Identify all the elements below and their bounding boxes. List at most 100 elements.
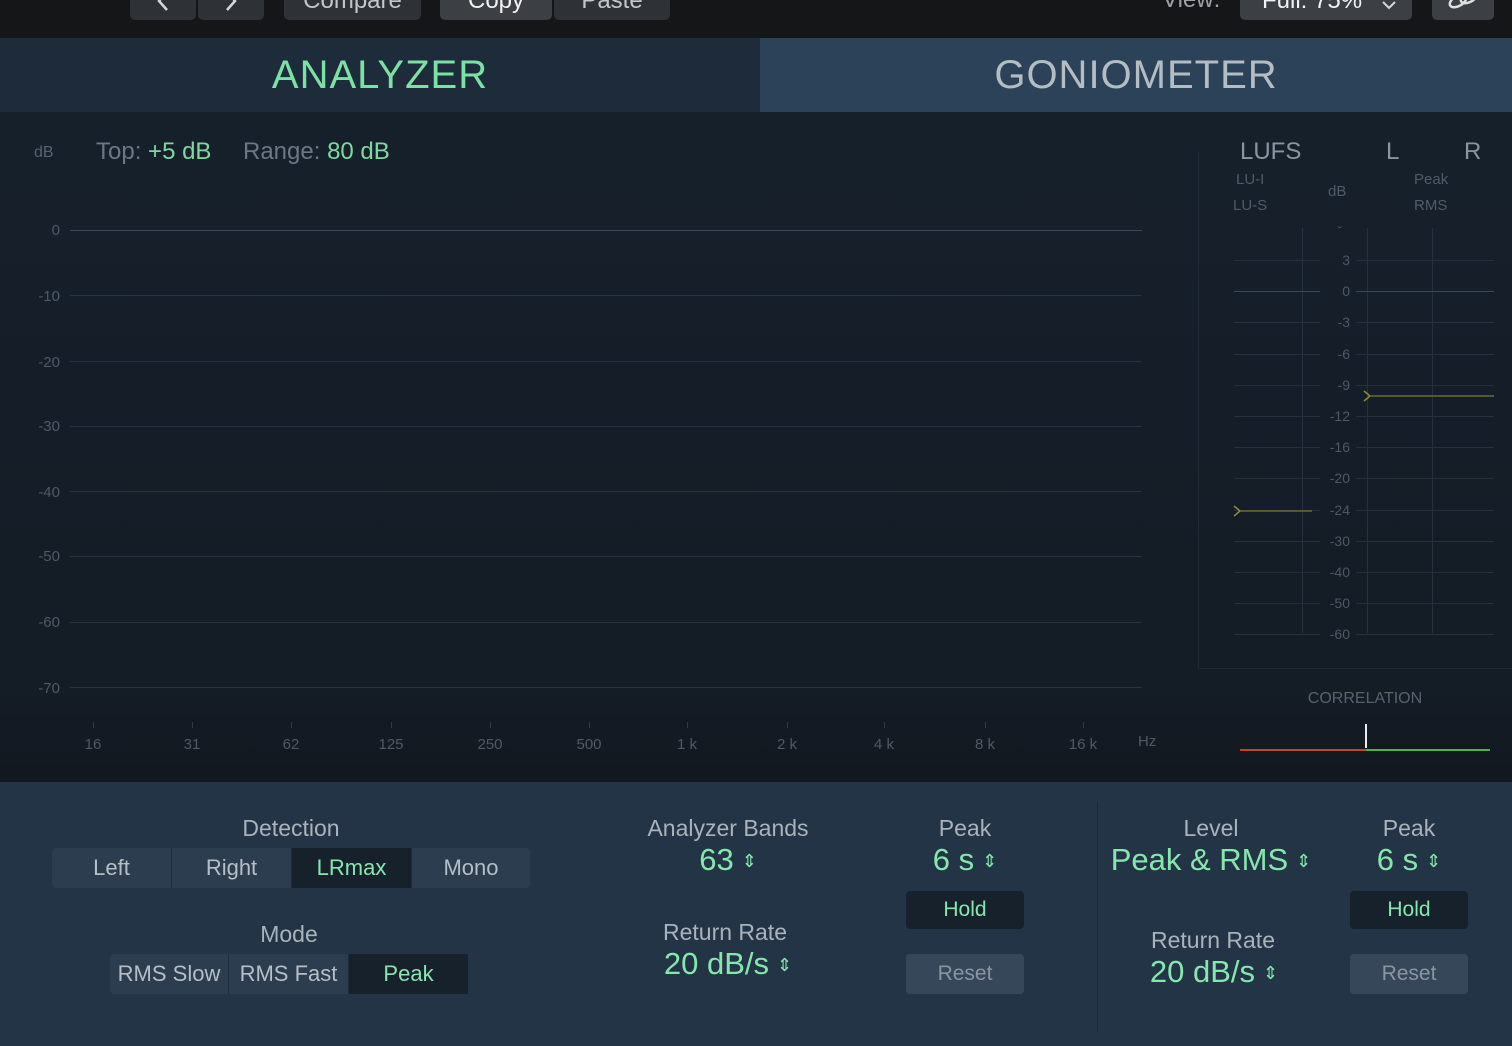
analyzer-hold-button[interactable]: Hold: [906, 891, 1024, 929]
x-tick-label: 31: [183, 736, 201, 753]
analyzer-peak-control[interactable]: 6 s ⇕: [900, 842, 1030, 878]
meter-scale-label: -9: [1337, 376, 1350, 393]
range-label: Range:: [243, 138, 321, 165]
lu-i-label: LU-I: [1236, 171, 1265, 188]
range-control[interactable]: Range: 80 dB: [243, 138, 390, 166]
view-select[interactable]: Full: 75%: [1240, 0, 1412, 20]
x-unit-label: Hz: [1138, 733, 1157, 750]
range-value[interactable]: 80 dB: [327, 138, 390, 165]
link-button[interactable]: [1432, 0, 1494, 20]
correlation-negative-bar: [1240, 749, 1366, 751]
level-control[interactable]: Peak & RMS ⇕: [1096, 842, 1326, 878]
x-tick: [490, 722, 491, 728]
meter-grid-line: [1356, 322, 1494, 324]
view-tabs: ANALYZER GONIOMETER: [0, 38, 1512, 112]
meter-scale-label: 0: [1342, 283, 1350, 300]
x-tick: [291, 722, 292, 728]
x-tick-label: 16: [84, 736, 102, 753]
left-channel-label: L: [1386, 138, 1400, 165]
x-tick: [687, 722, 688, 728]
level-return-rate-control[interactable]: 20 dB/s ⇕: [1104, 954, 1324, 990]
meter-grid-line: [1356, 509, 1494, 511]
analyzer-peak-label: Peak: [938, 815, 992, 841]
x-tick-label: 4 k: [873, 736, 895, 753]
y-tick-label: 0: [51, 222, 60, 239]
meter-scale-label: -12: [1329, 408, 1350, 424]
meter-grid-line: [1356, 540, 1494, 542]
tab-goniometer[interactable]: GONIOMETER: [760, 38, 1512, 112]
top-value[interactable]: +5 dB: [148, 138, 211, 165]
up-down-stepper-icon: ⇕: [777, 955, 793, 975]
analyzer-bands-control[interactable]: 63 ⇕: [618, 842, 838, 878]
x-tick-label: 16 k: [1068, 736, 1098, 753]
up-down-stepper-icon: ⇕: [1426, 851, 1442, 871]
chevron-down-icon: [1382, 1, 1396, 10]
back-button[interactable]: [130, 0, 196, 20]
level-peak-value: 6 s: [1376, 842, 1419, 877]
meter-grid-line: [1356, 384, 1494, 386]
meter-scale-label: -24: [1329, 501, 1350, 518]
correlation-needle: [1365, 724, 1367, 748]
grid-line: [70, 361, 1142, 362]
x-tick: [192, 722, 193, 728]
detection-right-button[interactable]: Right: [172, 848, 292, 888]
up-down-stepper-icon: ⇕: [1263, 963, 1279, 983]
mode-rms-slow-button[interactable]: RMS Slow: [110, 954, 229, 994]
control-panel: Detection Left Right LRmax Mono Mode RMS…: [0, 782, 1512, 1046]
detection-left-button[interactable]: Left: [52, 848, 172, 888]
panel-divider: [1097, 802, 1098, 1032]
top-label: Top:: [96, 138, 142, 165]
detection-label: Detection: [242, 815, 340, 841]
copy-button[interactable]: Copy: [440, 0, 552, 20]
return-rate-control[interactable]: 20 dB/s ⇕: [618, 946, 838, 982]
meter-grid-line: [1234, 634, 1320, 636]
x-tick-label: 8 k: [974, 736, 996, 753]
level-hold-button[interactable]: Hold: [1350, 891, 1468, 929]
meter-grid-line: [1234, 603, 1320, 605]
analyzer-reset-button[interactable]: Reset: [906, 954, 1024, 994]
scale-top-tick: ˘: [1338, 224, 1342, 238]
grid-line: [70, 622, 1142, 623]
analyzer-bands-label: Analyzer Bands: [647, 815, 809, 841]
y-tick-label: -10: [38, 288, 60, 305]
grid-line: [70, 230, 1142, 231]
level-reset-button[interactable]: Reset: [1350, 954, 1468, 994]
detection-lrmax-button[interactable]: LRmax: [292, 848, 412, 888]
meter-grid-line: [1356, 572, 1494, 573]
right-channel-label: R: [1464, 138, 1482, 165]
y-tick-label: -60: [38, 614, 60, 631]
meter-db-label: dB: [1328, 183, 1347, 200]
up-down-stepper-icon: ⇕: [982, 851, 998, 871]
up-down-stepper-icon: ⇕: [741, 851, 757, 871]
compare-button[interactable]: Compare: [284, 0, 421, 20]
meter-grid-line: [1234, 260, 1320, 261]
chevron-right-icon: [226, 0, 237, 11]
lufs-hold-marker: [1232, 504, 1312, 517]
x-tick-label: 1 k: [676, 736, 698, 753]
mode-rms-fast-button[interactable]: RMS Fast: [229, 954, 349, 994]
x-tick: [985, 722, 986, 728]
detection-mono-button[interactable]: Mono: [412, 848, 530, 888]
level-label: Level: [1183, 815, 1239, 841]
mode-selector: RMS Slow RMS Fast Peak: [110, 954, 468, 994]
meter-grid-line: [1234, 478, 1320, 480]
meter-grid-line: [1356, 416, 1494, 417]
forward-button[interactable]: [198, 0, 264, 20]
x-tick-label: 2 k: [776, 736, 798, 753]
grid-line: [70, 295, 1142, 296]
meter-scale-label: -60: [1329, 626, 1350, 643]
grid-line: [70, 687, 1142, 688]
meter-grid-line: [1356, 353, 1494, 355]
meter-grid-line: [1234, 572, 1320, 573]
top-control[interactable]: Top: +5 dB: [96, 138, 211, 166]
meter-grid-line: [1234, 384, 1320, 386]
meter-grid-line: [1356, 291, 1494, 293]
x-tick: [93, 722, 94, 728]
peak-meter-label: Peak: [1414, 171, 1449, 188]
x-tick-label: 62: [282, 736, 300, 753]
tab-analyzer[interactable]: ANALYZER: [0, 38, 760, 112]
mode-peak-button[interactable]: Peak: [349, 954, 468, 994]
level-return-rate-value: 20 dB/s: [1149, 954, 1256, 989]
paste-button[interactable]: Paste: [554, 0, 670, 20]
level-peak-control[interactable]: 6 s ⇕: [1344, 842, 1474, 878]
